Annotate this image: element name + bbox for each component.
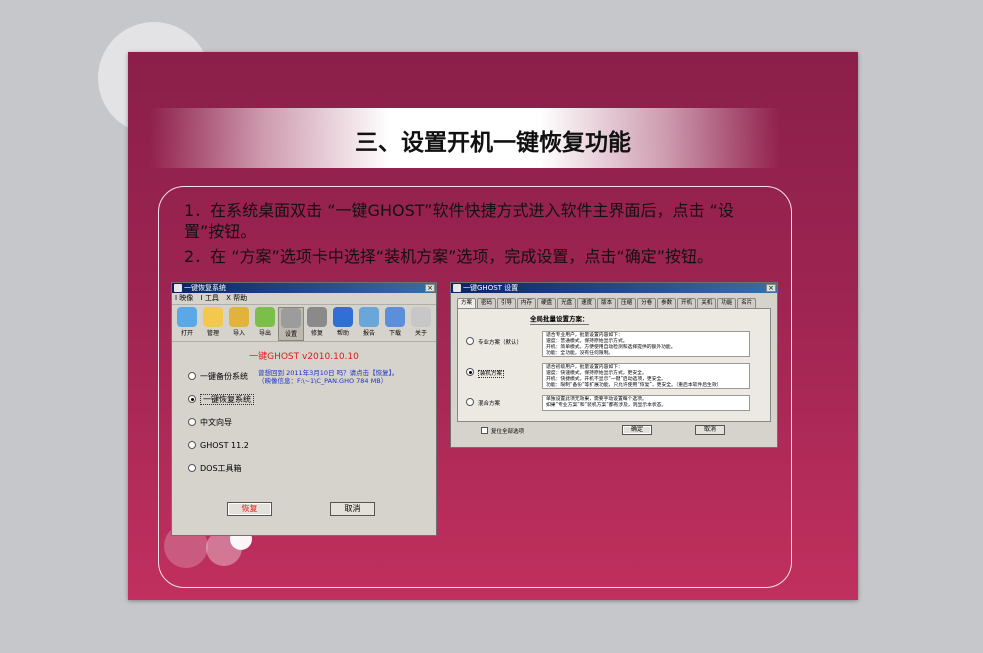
app-icon: [453, 284, 461, 292]
download-icon: [385, 307, 405, 327]
window2-titlebar: 一键GHOST 设置 ×: [451, 283, 777, 293]
restore-all-checkbox[interactable]: [481, 427, 488, 434]
tool-open-button[interactable]: 打开: [174, 307, 200, 338]
window1-title: 一键恢复系统: [184, 284, 226, 292]
tool-repair-button[interactable]: 修复: [304, 307, 330, 338]
open-icon: [177, 307, 197, 327]
menu-image[interactable]: I 映像: [175, 294, 193, 302]
tab-startup[interactable]: 开机: [677, 298, 697, 308]
tool-about-button[interactable]: 关于: [408, 307, 434, 338]
restore-button[interactable]: 恢复: [227, 502, 272, 516]
window1-titlebar: 一键恢复系统 ×: [172, 283, 436, 293]
tool-download-button[interactable]: 下载: [382, 307, 408, 338]
about-icon: [411, 307, 431, 327]
window2-title: 一键GHOST 设置: [463, 284, 519, 292]
scheme-mixed-desc: 单独设置此项无效果，需要手动设置每个选项。 如果“专业方案”和“装机方案”都有涉…: [542, 395, 750, 411]
window2-close-button[interactable]: ×: [766, 284, 776, 292]
help-icon: [333, 307, 353, 327]
menu-help[interactable]: X 帮助: [226, 294, 247, 302]
tool-manage-button[interactable]: 管理: [200, 307, 226, 338]
scheme-professional[interactable]: 专业方案（默认）: [466, 337, 522, 346]
tab-compress[interactable]: 压缩: [617, 298, 637, 308]
step2-text: 2．在 “方案”选项卡中选择“装机方案”选项，完成设置，点击“确定”按钮。: [184, 247, 714, 266]
version-label: 一键GHOST v2010.10.10: [249, 352, 359, 362]
slide: 三、设置开机一键恢复功能 1．在系统桌面双击 “一键GHOST”软件快捷方式进入…: [128, 52, 858, 600]
radio-restore[interactable]: [188, 395, 196, 403]
app-icon: [174, 284, 182, 292]
import-icon: [229, 307, 249, 327]
radio-dos-toolbox[interactable]: [188, 464, 196, 472]
settings-icon: [281, 308, 301, 328]
tab-memory[interactable]: 内存: [517, 298, 537, 308]
option-ghost[interactable]: GHOST 11.2: [188, 440, 249, 452]
ghost-settings-window: 一键GHOST 设置 × 方案 密码 引导 内存 硬盘 光盘 速度 版本 压缩 分卷 参数 开机 关机功…: [450, 282, 778, 448]
tab-params[interactable]: 参数: [657, 298, 677, 308]
cancel-button[interactable]: 取消: [330, 502, 375, 516]
tool-report-button[interactable]: 报告: [356, 307, 382, 338]
menu-tools[interactable]: I 工具: [201, 294, 219, 302]
tab-split[interactable]: 分卷: [637, 298, 657, 308]
option-restore[interactable]: 一键恢复系统: [188, 394, 254, 406]
radio-ghost[interactable]: [188, 441, 196, 449]
scheme-professional-desc: 适合专业用户，批量设置内容如下： 速度：普通模式，保持原始显示方式。 开机：简单…: [542, 331, 750, 357]
tool-import-button[interactable]: 导入: [226, 307, 252, 338]
tool-settings-button[interactable]: 设置: [278, 307, 304, 341]
settings-tabs: 方案 密码 引导 内存 硬盘 光盘 速度 版本 压缩 分卷 参数 开机 关机 功能 名片: [457, 298, 757, 309]
restore-all-options[interactable]: 复位全部选项: [481, 427, 524, 435]
tab-features[interactable]: 功能: [717, 298, 737, 308]
scheme-install-desc: 适合初级用户，批量设置内容如下： 速度：快速模式，保持原始显示方式，更安全。 开…: [542, 363, 750, 389]
tab-shutdown[interactable]: 关机: [697, 298, 717, 308]
tab-disk[interactable]: 硬盘: [537, 298, 557, 308]
scheme-install[interactable]: 装机方案: [466, 368, 505, 378]
tool-help-button[interactable]: 帮助: [330, 307, 356, 338]
window1-close-button[interactable]: ×: [425, 284, 435, 292]
report-icon: [359, 307, 379, 327]
slide-title: 三、设置开机一键恢复功能: [355, 129, 631, 156]
window1-menubar: I 映像 I 工具 X 帮助: [172, 293, 436, 305]
radio-mixed[interactable]: [466, 398, 474, 406]
radio-wizard[interactable]: [188, 418, 196, 426]
restore-info-line1: 曾想回到 2011年3月10日 吗？请点击【恢复】。: [258, 369, 399, 377]
restore-info-line2: （映像信息：F:\~1\C_PAN.GHO 784 MB）: [258, 377, 388, 385]
one-key-restore-window: 一键恢复系统 × I 映像 I 工具 X 帮助 打开 管理 导入 导出 设置 修…: [171, 282, 437, 536]
tab-password[interactable]: 密码: [477, 298, 497, 308]
manage-icon: [203, 307, 223, 327]
scheme-tab-panel: 全局批量设置方案： 专业方案（默认） 适合专业用户，批量设置内容如下： 速度：普…: [457, 308, 771, 422]
tool-export-button[interactable]: 导出: [252, 307, 278, 338]
option-dos-toolbox[interactable]: DOS工具箱: [188, 463, 242, 475]
tab-cdrom[interactable]: 光盘: [557, 298, 577, 308]
window1-toolbar: 打开 管理 导入 导出 设置 修复 帮助 报告 下载 关于: [172, 305, 436, 342]
tab-version[interactable]: 版本: [597, 298, 617, 308]
ok-button[interactable]: 确定: [622, 425, 652, 435]
export-icon: [255, 307, 275, 327]
repair-icon: [307, 307, 327, 327]
scheme-mixed[interactable]: 混合方案: [466, 398, 500, 407]
radio-backup[interactable]: [188, 372, 196, 380]
option-wizard[interactable]: 中文向导: [188, 417, 232, 429]
radio-professional[interactable]: [466, 337, 474, 345]
radio-install[interactable]: [466, 368, 474, 376]
restore-info: 曾想回到 2011年3月10日 吗？请点击【恢复】。 （映像信息：F:\~1\C…: [258, 369, 398, 385]
tab-card[interactable]: 名片: [737, 298, 757, 308]
option-backup[interactable]: 一键备份系统: [188, 371, 248, 383]
step1-text: 1．在系统桌面双击 “一键GHOST”软件快捷方式进入软件主界面后，点击 “设置…: [184, 201, 734, 241]
settings-cancel-button[interactable]: 取消: [695, 425, 725, 435]
tab-speed[interactable]: 速度: [577, 298, 597, 308]
tab-boot[interactable]: 引导: [497, 298, 517, 308]
panel-title: 全局批量设置方案：: [530, 315, 589, 325]
